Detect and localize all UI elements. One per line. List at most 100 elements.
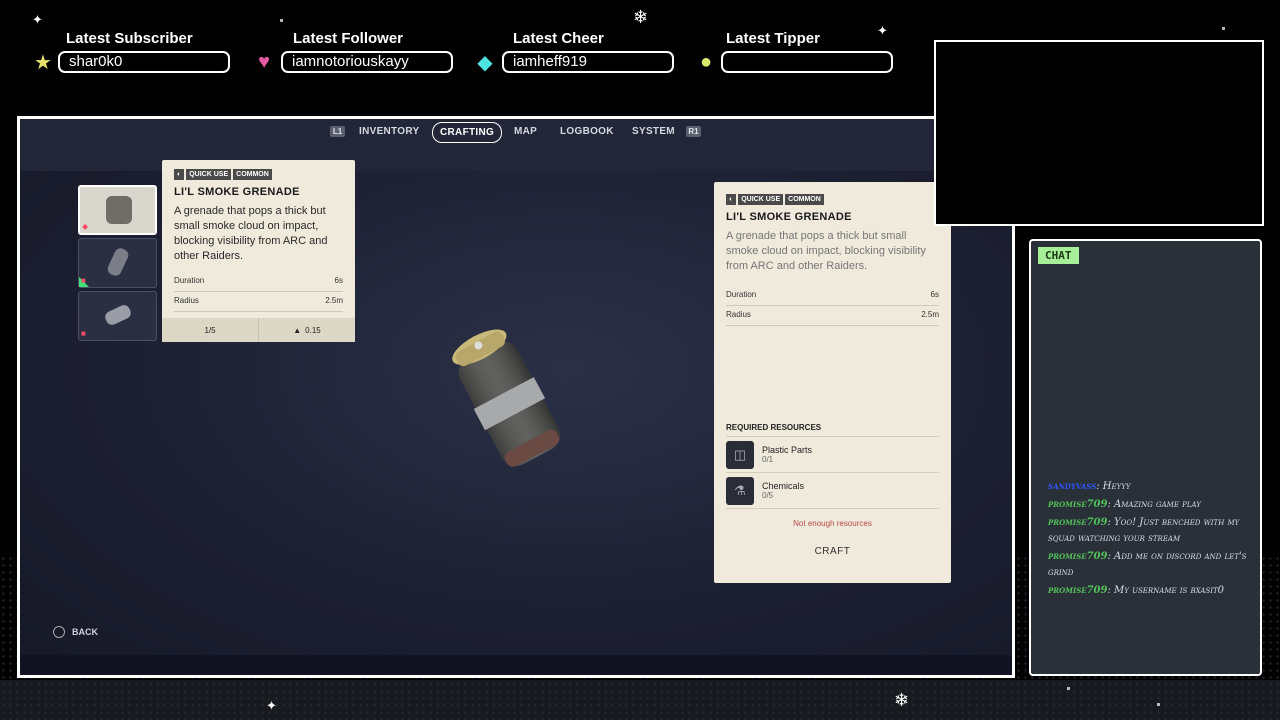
sparkle-dot xyxy=(280,19,283,22)
alert-value: shar0k0 xyxy=(58,51,230,73)
plastic-parts-icon: ◫ xyxy=(726,440,754,469)
chat-username: promise709 xyxy=(1048,551,1108,562)
tab-crafting[interactable]: CRAFTING xyxy=(432,122,503,143)
sparkle-dot xyxy=(1222,27,1225,30)
warning-mark-icon: ■ xyxy=(81,329,86,338)
chat-text: My username is bxasit0 xyxy=(1114,585,1225,596)
quick-use-mark-icon: ◆ xyxy=(82,222,89,231)
item-title: LI'L SMOKE GRENADE xyxy=(726,211,852,223)
item-description: A grenade that pops a thick but small sm… xyxy=(726,230,926,272)
webcam-frame xyxy=(934,40,1264,226)
weight-icon: ▲ xyxy=(293,325,302,335)
quick-use-icon: ◐ xyxy=(726,194,737,205)
back-button[interactable]: BACK xyxy=(53,626,98,638)
background-band xyxy=(0,680,1280,720)
item-tooltip: ◐ QUICK USE COMMON LI'L SMOKE GRENADE A … xyxy=(162,160,355,342)
item-slot-2[interactable]: ■ xyxy=(78,238,157,288)
stat-name: Radius xyxy=(726,310,751,319)
l1-button-hint[interactable]: L1 xyxy=(330,126,345,137)
chat-title: CHAT xyxy=(1038,247,1079,264)
chat-message: promise709: Yoo! Just benched with my sq… xyxy=(1048,517,1240,544)
quick-use-icon: ◐ xyxy=(174,169,185,180)
chat-messages: sandyvass: Heyyy promise709: Amazing gam… xyxy=(1048,479,1258,601)
sparkle-dot xyxy=(1157,703,1160,706)
stack-value: 1/5 xyxy=(204,325,216,335)
resource-chemicals: ⚗ Chemicals 0/5 xyxy=(726,473,939,509)
resource-warning: Not enough resources xyxy=(793,519,872,528)
stat-name: Duration xyxy=(726,290,757,299)
resources-heading: REQUIRED RESOURCES xyxy=(726,423,939,437)
tab-map[interactable]: MAP xyxy=(514,126,537,137)
item-tags: ◐ QUICK USE COMMON xyxy=(726,194,939,205)
chat-username: promise709 xyxy=(1048,585,1108,596)
stat-name: Duration xyxy=(174,276,205,285)
chat-username: promise709 xyxy=(1048,517,1108,528)
tab-inventory[interactable]: INVENTORY xyxy=(359,126,420,137)
stat-value: 6s xyxy=(930,290,939,299)
sparkle-icon: ✦ xyxy=(32,12,43,27)
bandage-icon xyxy=(103,303,133,327)
star-icon: ★ xyxy=(34,51,52,74)
snowflake-icon: ❄ xyxy=(894,690,910,710)
item-weight: ▲ 0.15 xyxy=(258,318,355,342)
sparkle-icon: ✦ xyxy=(266,698,277,713)
snowflake-icon: ❄ xyxy=(633,7,649,27)
stat-radius: Radius 2.5m xyxy=(726,306,939,326)
warning-mark-icon: ■ xyxy=(81,276,86,285)
tag-quick-use: QUICK USE xyxy=(738,194,784,205)
tag-rarity: COMMON xyxy=(233,169,272,180)
chat-text: Amazing game play xyxy=(1114,499,1201,510)
chat-text: Heyyy xyxy=(1102,481,1131,492)
sparkle-dot xyxy=(1067,687,1070,690)
stat-name: Radius xyxy=(174,296,199,305)
alert-label: Latest Follower xyxy=(293,30,404,47)
circle-button-icon xyxy=(53,626,65,638)
chat-message: sandyvass: Heyyy xyxy=(1048,481,1131,492)
chat-message: promise709: Amazing game play xyxy=(1048,499,1201,510)
craft-button[interactable]: CRAFT xyxy=(726,546,939,557)
game-nav: L1 INVENTORY CRAFTING MAP LOGBOOK SYSTEM… xyxy=(20,119,1012,149)
stat-duration: Duration 6s xyxy=(726,286,939,306)
stat-radius: Radius 2.5m xyxy=(174,292,343,312)
back-label: BACK xyxy=(72,627,98,637)
heart-icon: ♥ xyxy=(258,50,270,73)
gem-icon: ◆ xyxy=(477,51,493,74)
chat-username: sandyvass xyxy=(1048,481,1097,492)
item-slot-3[interactable]: ■ xyxy=(78,291,157,341)
weight-value: 0.15 xyxy=(305,325,321,335)
tool-icon xyxy=(105,246,131,278)
coin-icon: ● xyxy=(699,50,713,73)
resource-name: Chemicals xyxy=(762,481,805,491)
resource-qty: 0/5 xyxy=(762,491,774,500)
resource-plastic-parts: ◫ Plastic Parts 0/1 xyxy=(726,437,939,473)
alert-label: Latest Tipper xyxy=(726,30,820,47)
stat-value: 6s xyxy=(334,276,343,285)
item-description: A grenade that pops a thick but small sm… xyxy=(174,205,328,262)
chat-username: promise709 xyxy=(1048,499,1108,510)
tab-logbook[interactable]: LOGBOOK xyxy=(560,126,614,137)
alert-label: Latest Subscriber xyxy=(66,30,193,47)
alert-value: iamnotoriouskayy xyxy=(281,51,453,73)
chemicals-icon: ⚗ xyxy=(726,476,754,505)
tooltip-footer: 1/5 ▲ 0.15 xyxy=(162,318,355,342)
stat-duration: Duration 6s xyxy=(174,272,343,292)
item-tags: ◐ QUICK USE COMMON xyxy=(174,169,343,180)
tab-system[interactable]: SYSTEM xyxy=(632,126,675,137)
stack-count: 1/5 xyxy=(162,318,258,342)
smoke-grenade-icon xyxy=(106,196,132,224)
stat-value: 2.5m xyxy=(921,310,939,319)
chat-panel: CHAT sandyvass: Heyyy promise709: Amazin… xyxy=(1029,239,1262,676)
chat-message: promise709: My username is bxasit0 xyxy=(1048,585,1225,596)
tag-quick-use: QUICK USE xyxy=(186,169,232,180)
tag-rarity: COMMON xyxy=(785,194,824,205)
chat-message: promise709: Add me on discord and let's … xyxy=(1048,551,1247,578)
alert-label: Latest Cheer xyxy=(513,30,604,47)
required-resources: REQUIRED RESOURCES ◫ Plastic Parts 0/1 ⚗… xyxy=(726,423,939,557)
resource-qty: 0/1 xyxy=(762,455,774,464)
sparkle-icon: ✦ xyxy=(877,23,888,38)
resource-name: Plastic Parts xyxy=(762,445,813,455)
item-slot-smoke-grenade[interactable]: ◆ xyxy=(78,185,157,235)
grenade-3d-model xyxy=(452,329,561,467)
r1-button-hint[interactable]: R1 xyxy=(686,126,701,137)
item-title: LI'L SMOKE GRENADE xyxy=(174,186,300,198)
